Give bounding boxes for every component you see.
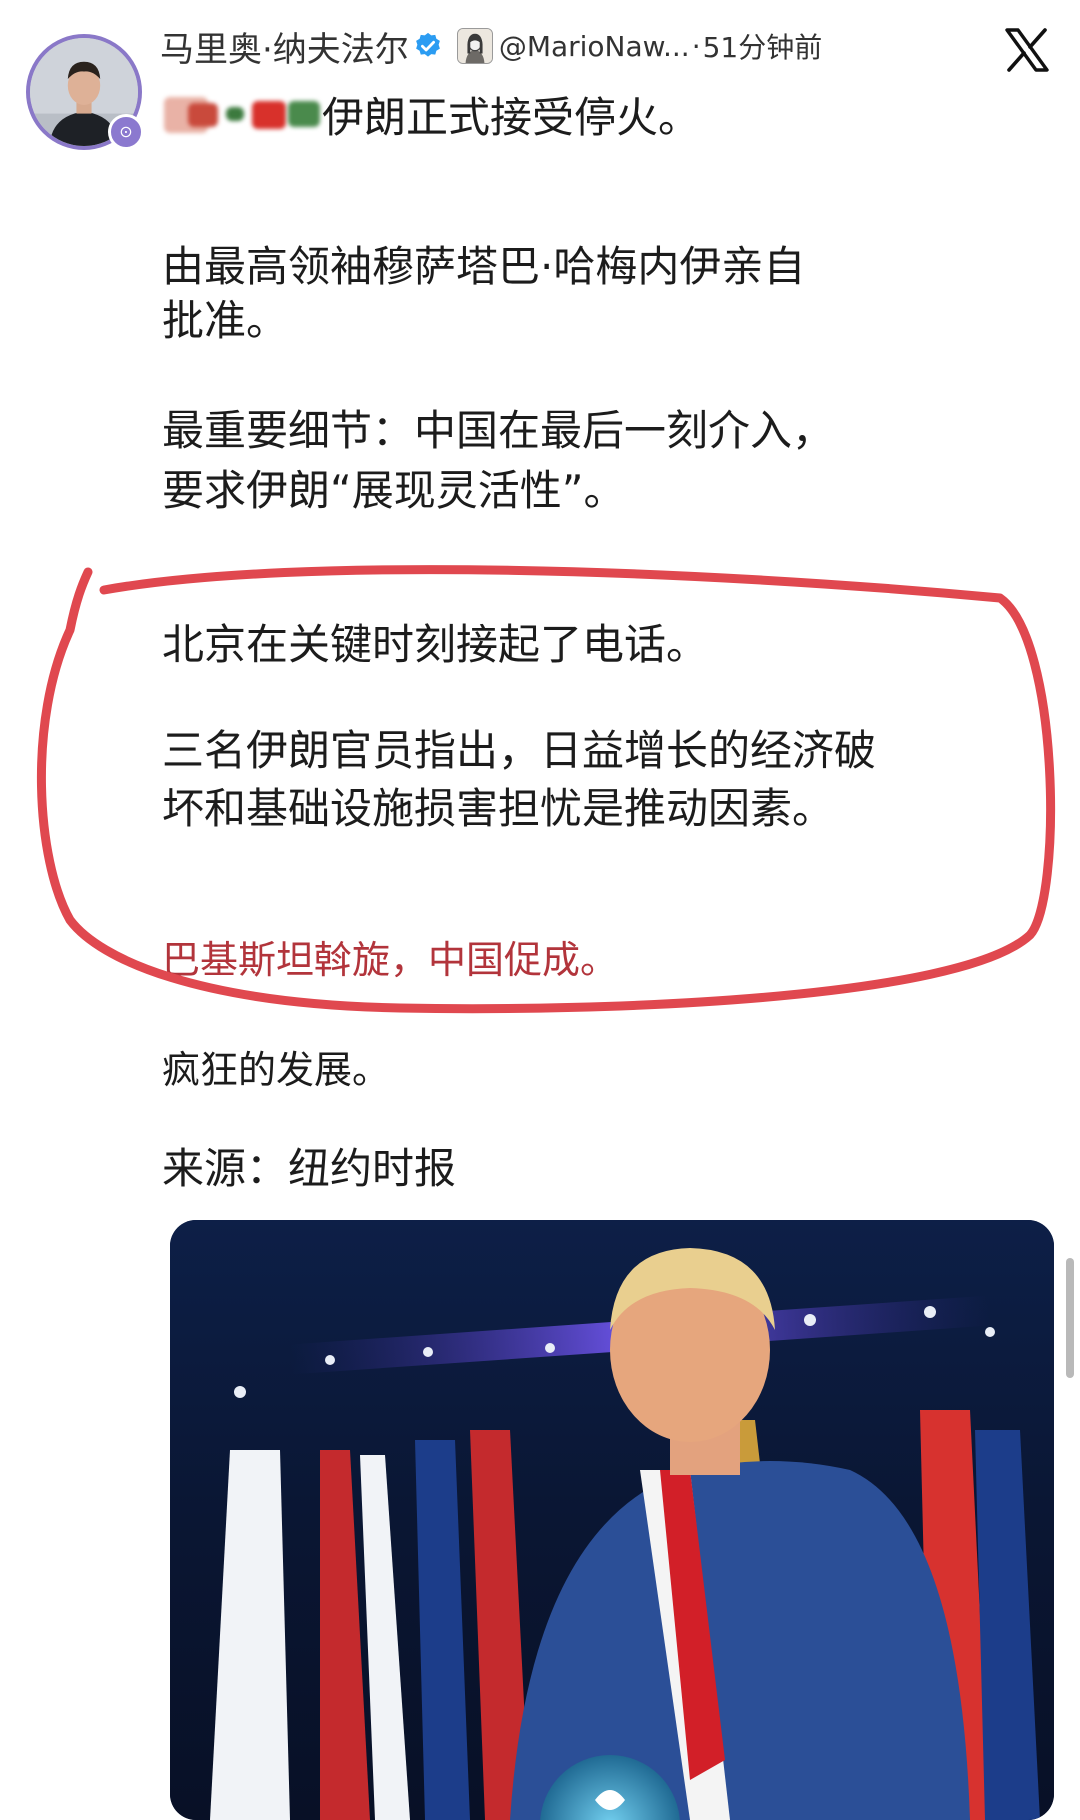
paragraph-beijing-call: 北京在关键时刻接起了电话。 bbox=[162, 620, 709, 669]
paragraph-detail-line2: 要求伊朗“展现灵活性”。 bbox=[162, 466, 626, 515]
paragraph-officials-line2: 坏和基础设施损害担忧是推动因素。 bbox=[162, 784, 835, 833]
x-logo-icon[interactable] bbox=[1004, 28, 1050, 72]
avatar-status-badge: ⊙ bbox=[108, 114, 144, 150]
post-image[interactable] bbox=[170, 1220, 1054, 1820]
post-headline: 伊朗正式接受停火。 bbox=[162, 84, 700, 145]
header-separator: · bbox=[691, 29, 701, 63]
paragraph-crazy-development: 疯狂的发展。 bbox=[162, 1048, 391, 1092]
post-timestamp: 51分钟前 bbox=[702, 31, 823, 64]
paragraph-source: 来源：纽约时报 bbox=[162, 1144, 457, 1193]
post-header: 马里奥·纳夫法尔 @MarioNaw... · 51分钟前 bbox=[160, 22, 822, 70]
paragraph-officials-line1: 三名伊朗官员指出，日益增长的经济破 bbox=[162, 726, 877, 775]
paragraph-mediation: 巴基斯坦斡旋，中国促成。 bbox=[162, 938, 619, 982]
author-handle[interactable]: @MarioNaw... bbox=[499, 30, 690, 63]
obscured-emoji-flags bbox=[162, 87, 322, 143]
paragraph-approval-line2: 批准。 bbox=[162, 296, 289, 345]
verified-badge-icon bbox=[415, 32, 440, 57]
scrollbar-thumb[interactable] bbox=[1066, 1258, 1074, 1378]
author-name[interactable]: 马里奥·纳夫法尔 bbox=[160, 22, 409, 71]
headline-text: 伊朗正式接受停火。 bbox=[322, 93, 701, 142]
handle-avatar-icon bbox=[456, 28, 493, 64]
paragraph-approval-line1: 由最高领袖穆萨塔巴·哈梅内伊亲自 bbox=[162, 242, 806, 291]
paragraph-detail-line1: 最重要细节：中国在最后一刻介入， bbox=[162, 406, 835, 455]
